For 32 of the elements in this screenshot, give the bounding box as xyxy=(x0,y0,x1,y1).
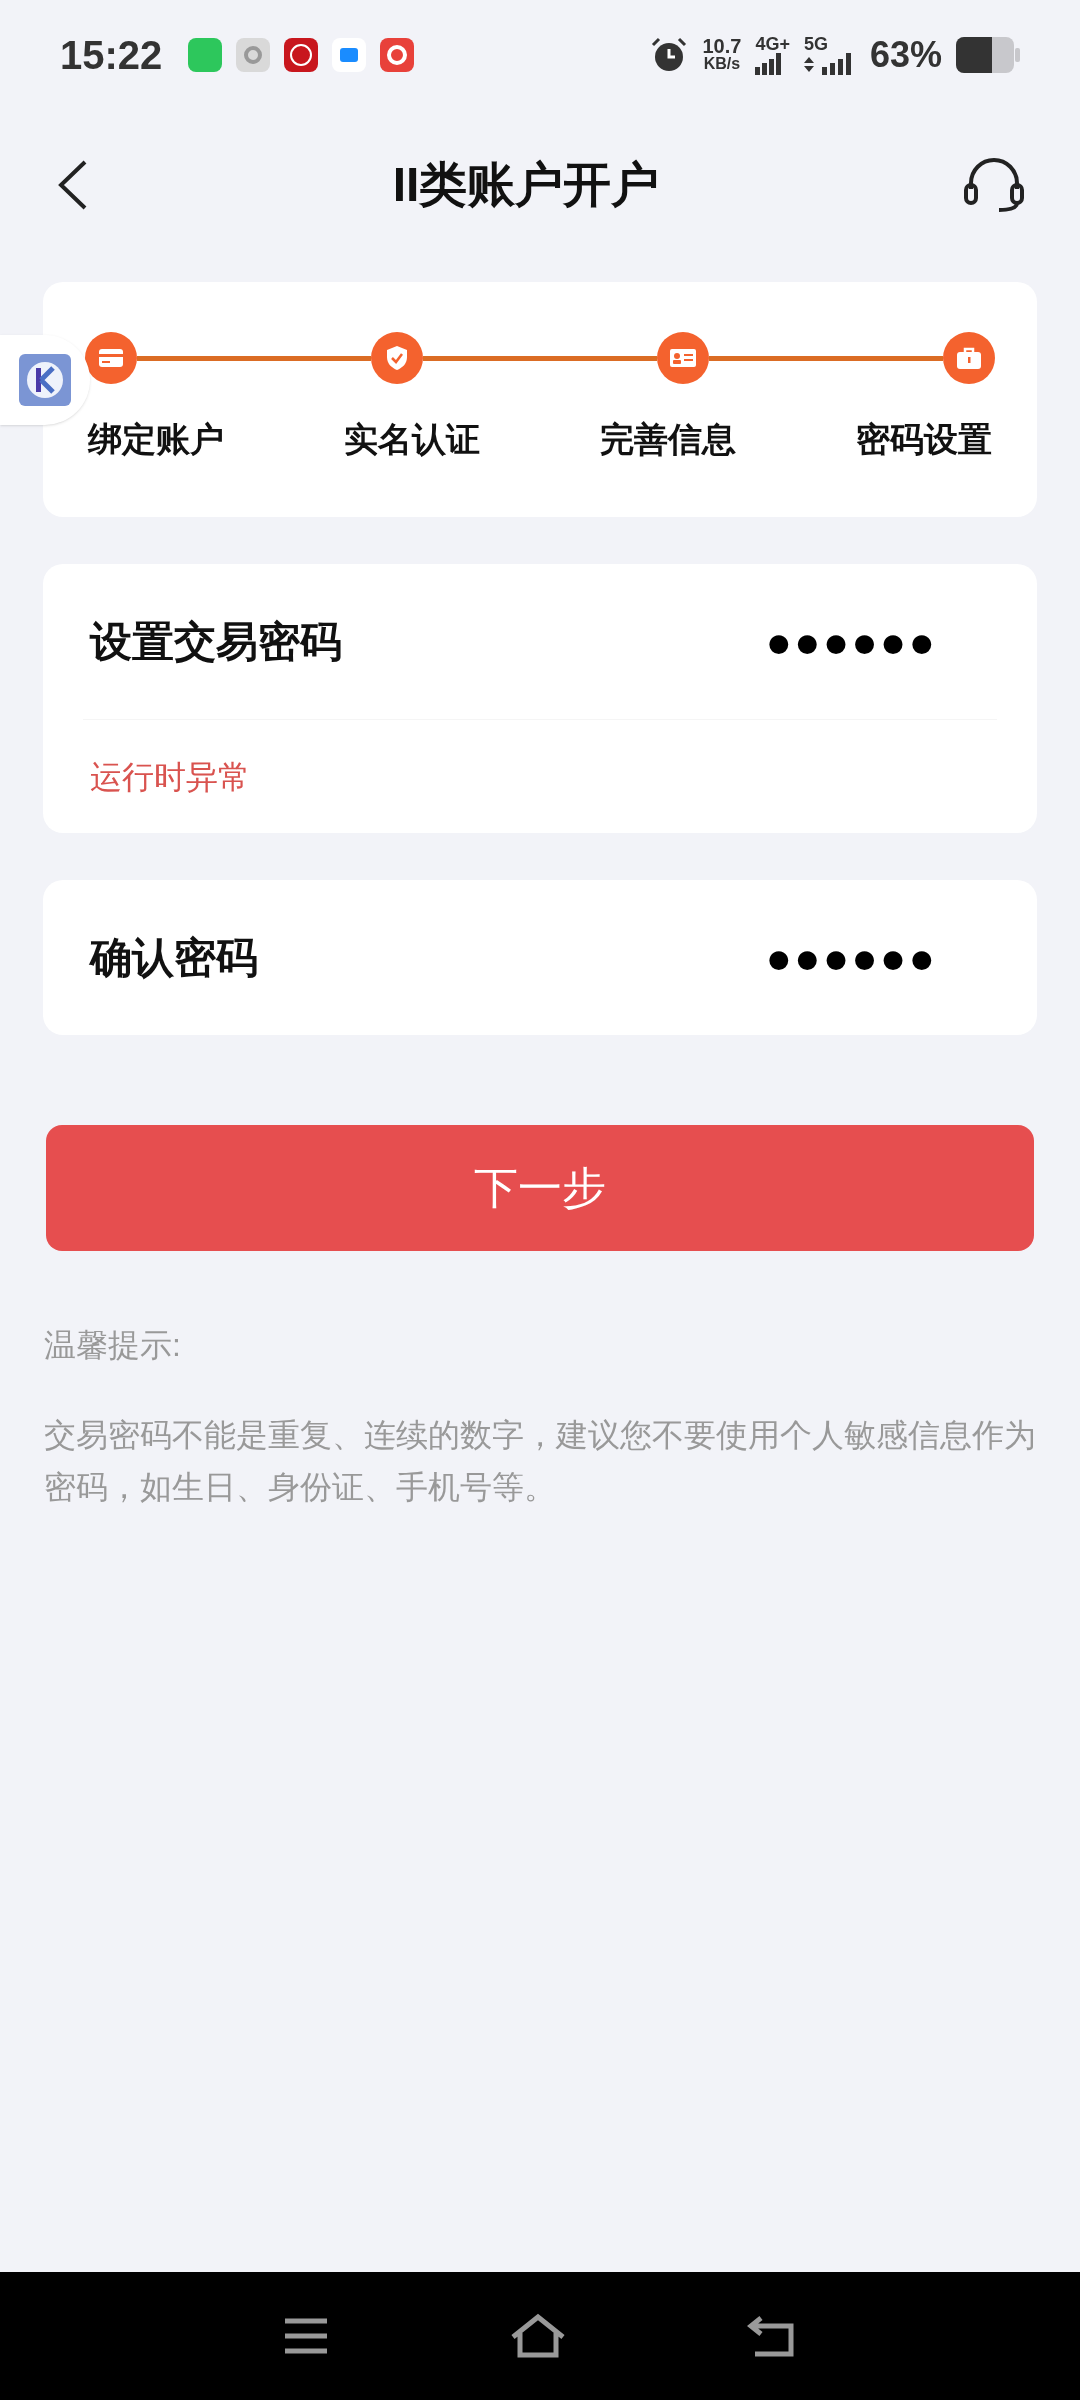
network-type: 4G+ xyxy=(755,35,790,53)
network-speed: 10.7 xyxy=(702,37,742,55)
k-logo-icon xyxy=(17,352,73,408)
headset-icon[interactable] xyxy=(963,157,1025,213)
battery-percent: 63% xyxy=(869,33,942,77)
home-icon[interactable] xyxy=(509,2313,567,2359)
card-icon xyxy=(98,348,124,368)
password-input[interactable]: ●●●●●● xyxy=(765,608,937,675)
battery-icon xyxy=(956,37,1020,73)
briefcase-icon xyxy=(956,346,982,370)
tips-title: 温馨提示: xyxy=(44,1326,182,1365)
step-label: 密码设置 xyxy=(856,419,992,460)
page-title: II类账户开户 xyxy=(392,157,660,213)
alarm-clock-icon xyxy=(650,36,689,74)
menu-icon[interactable] xyxy=(283,2317,329,2355)
tips-text: 交易密码不能是重复、连续的数字，建议您不要使用个人敏感信息作为密码，如生日、身份证、手机号等。 xyxy=(44,1416,1036,1507)
id-card-icon xyxy=(669,348,697,368)
error-message: 运行时异常 xyxy=(89,757,250,797)
network-type: 5G xyxy=(803,35,828,53)
clock-time: 15:22 xyxy=(60,32,163,79)
back-icon[interactable] xyxy=(747,2314,797,2358)
field-label: 设置交易密码 xyxy=(90,617,342,667)
step-label: 完善信息 xyxy=(600,419,736,460)
shield-icon xyxy=(385,345,409,371)
field-label: 确认密码 xyxy=(90,933,258,983)
password-input[interactable]: ●●●●●● xyxy=(765,924,937,991)
next-button[interactable]: 下一步 xyxy=(46,1125,1034,1251)
step-label: 绑定账户 xyxy=(88,419,224,460)
ring-app-icon xyxy=(380,38,415,72)
signal-icon xyxy=(755,53,782,75)
step-label: 实名认证 xyxy=(344,419,480,460)
speed-unit: KB/s xyxy=(703,55,741,73)
